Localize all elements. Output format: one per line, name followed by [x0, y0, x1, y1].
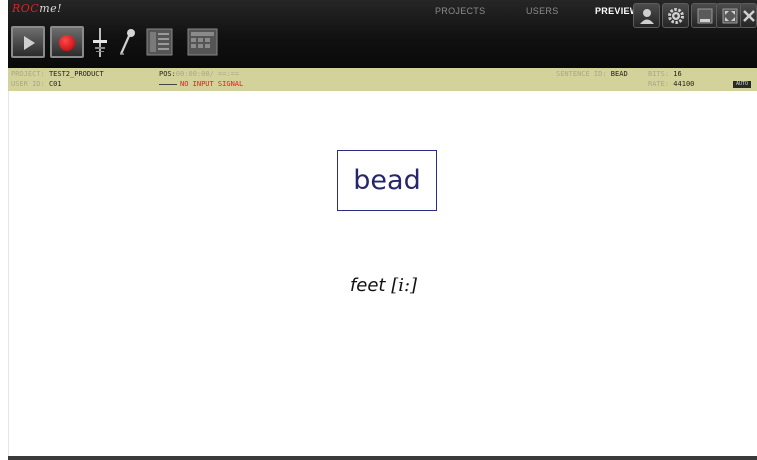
user-id-label: USER ID:	[11, 80, 45, 88]
user-button[interactable]	[633, 3, 660, 28]
logo-sub: me	[39, 2, 58, 15]
minimize-button[interactable]	[691, 3, 718, 28]
app-logo: ROCme!	[12, 2, 62, 15]
bits-row: BITS: 16	[648, 70, 682, 79]
project-label: PROJECT:	[11, 70, 45, 78]
level-slider-button[interactable]	[89, 26, 111, 58]
sentence-id-label: SENTENCE ID:	[556, 70, 607, 78]
settings-button[interactable]	[662, 3, 689, 28]
logo-bang: !	[57, 2, 63, 15]
play-icon	[24, 36, 35, 50]
form-button[interactable]	[186, 26, 220, 58]
close-icon	[742, 10, 755, 22]
user-id-value: C01	[48, 80, 62, 88]
nav-users[interactable]: USERS	[526, 6, 559, 16]
nav-projects[interactable]: PROJECTS	[435, 6, 485, 16]
toolbar: ROCme! PROJECTS USERS PREVIEW	[8, 0, 757, 68]
auto-badge[interactable]: AUTO	[733, 81, 752, 88]
pos-label: POS:	[159, 70, 176, 78]
rate-value: 44100	[673, 80, 695, 88]
signal-line	[159, 83, 177, 85]
minimize-icon	[697, 8, 712, 24]
bits-value: 16	[673, 70, 682, 78]
record-icon	[59, 35, 75, 51]
logo-main: ROC	[12, 2, 40, 15]
play-button[interactable]	[11, 26, 45, 58]
person-icon	[639, 9, 654, 24]
prompt-area: bead feet [i:]	[8, 91, 757, 456]
sentence-row: SENTENCE ID: BEAD	[556, 70, 628, 79]
prompt-word: bead	[337, 150, 437, 211]
example-phoneme: [i:]	[391, 275, 418, 296]
pos-total: ==:==	[218, 70, 240, 78]
position-row: POS:00:00:00/ ==:==	[159, 70, 239, 79]
status-bar: PROJECT: TEST2_PRODUCT USER ID: C01 POS:…	[8, 68, 757, 91]
microphone-icon	[119, 29, 135, 55]
microphone-button[interactable]	[116, 26, 138, 58]
rate-label: RATE:	[648, 80, 670, 88]
sentence-id-value: BEAD	[610, 70, 628, 78]
gear-icon	[667, 8, 684, 24]
fullscreen-icon	[722, 8, 737, 24]
fullscreen-button[interactable]	[716, 3, 743, 28]
signal-status: NO INPUT SIGNAL	[180, 80, 244, 88]
project-row: PROJECT: TEST2_PRODUCT	[11, 70, 104, 79]
signal-row: NO INPUT SIGNAL	[159, 80, 243, 89]
example-word: feet	[349, 275, 386, 296]
bits-label: BITS:	[648, 70, 670, 78]
bottom-border	[8, 456, 757, 460]
example-line: feet [i:]	[9, 275, 757, 296]
form-icon	[187, 28, 218, 56]
list-button[interactable]	[145, 26, 175, 58]
close-button[interactable]	[740, 3, 757, 28]
rate-row: RATE: 44100	[648, 80, 694, 89]
level-slider-icon	[93, 28, 107, 57]
user-row: USER ID: C01	[11, 80, 62, 89]
list-icon	[146, 28, 173, 56]
pos-value: 00:00:00/	[175, 70, 214, 78]
project-value: TEST2_PRODUCT	[48, 70, 104, 78]
record-button[interactable]	[50, 26, 84, 58]
